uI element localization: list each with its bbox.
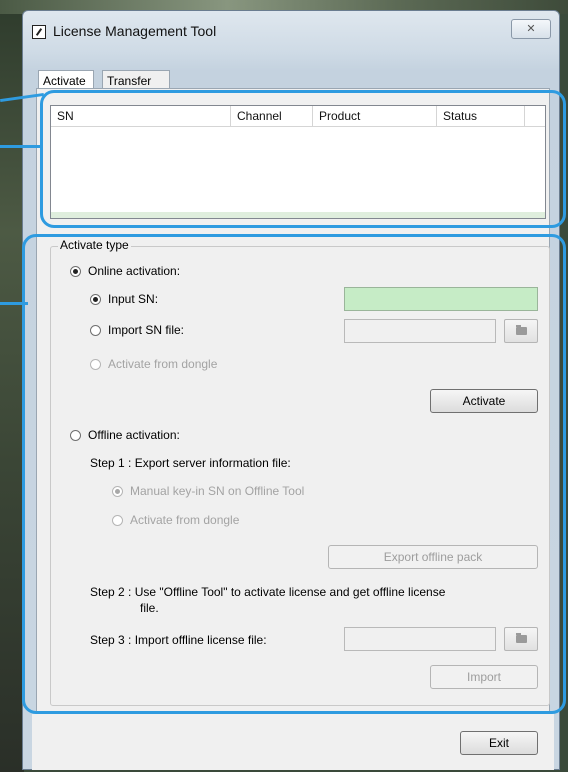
app-icon (32, 25, 46, 39)
annotation-pointer-line (0, 145, 42, 148)
annotation-activate-type-highlight (22, 234, 566, 714)
annotation-table-highlight (40, 90, 566, 228)
close-button[interactable]: ✕ (511, 19, 551, 39)
window-title: License Management Tool (53, 23, 217, 39)
annotation-pointer-line (0, 302, 28, 305)
desktop-background (0, 0, 24, 772)
tab-activate[interactable]: Activate (38, 70, 94, 90)
title-bar[interactable]: License Management Tool ✕ (23, 11, 559, 49)
tab-transfer[interactable]: Transfer (102, 70, 170, 90)
exit-button[interactable]: Exit (460, 731, 538, 755)
